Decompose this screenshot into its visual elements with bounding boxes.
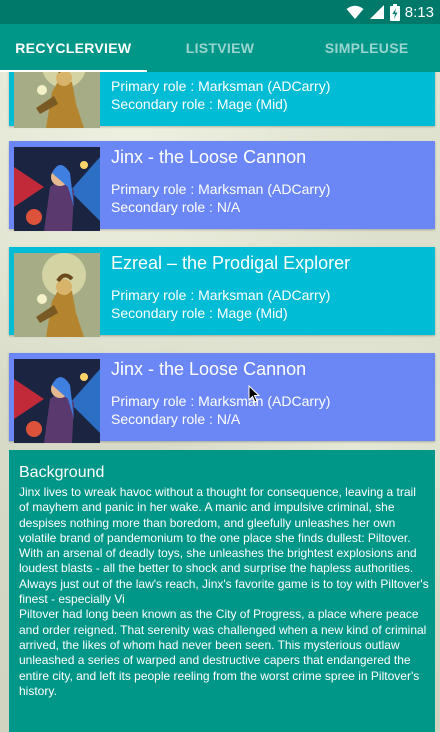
status-time: 8:13 bbox=[404, 3, 434, 21]
card-title: Jinx - the Loose Cannon bbox=[111, 147, 307, 167]
battery-icon bbox=[389, 3, 400, 21]
card-title: Jinx - the Loose Cannon bbox=[111, 359, 307, 379]
tab-listview[interactable]: LISTVIEW bbox=[147, 24, 294, 72]
background-text: Jinx lives to wreak havoc without a thou… bbox=[19, 485, 429, 698]
jinx-portrait bbox=[14, 359, 100, 443]
tab-simpleuse[interactable]: SIMPLEUSE bbox=[293, 24, 440, 72]
card-secondary-role: Secondary role : N/A bbox=[111, 199, 241, 215]
wifi-icon bbox=[346, 5, 364, 19]
ezreal-portrait bbox=[14, 253, 100, 337]
champion-card[interactable]: Primary role : Marksman (ADCarry) Second… bbox=[9, 72, 435, 128]
background-panel: Background Jinx lives to wreak havoc wit… bbox=[9, 450, 435, 732]
signal-icon bbox=[369, 5, 384, 19]
card-primary-role: Primary role : Marksman (ADCarry) bbox=[111, 78, 331, 94]
tab-recyclerview[interactable]: RECYCLERVIEW bbox=[0, 24, 147, 72]
card-primary-role: Primary role : Marksman (ADCarry) bbox=[111, 393, 331, 409]
card-secondary-role: Secondary role : Mage (Mid) bbox=[111, 305, 288, 321]
mouse-cursor-icon bbox=[248, 385, 260, 403]
card-title: Ezreal – the Prodigal Explorer bbox=[111, 253, 351, 273]
card-secondary-role: Secondary role : N/A bbox=[111, 411, 241, 427]
champion-card[interactable]: Jinx - the Loose Cannon Primary role : M… bbox=[9, 353, 435, 443]
status-bar: 8:13 bbox=[0, 0, 440, 24]
card-primary-role: Primary role : Marksman (ADCarry) bbox=[111, 181, 331, 197]
card-secondary-role: Secondary role : Mage (Mid) bbox=[111, 96, 288, 112]
champion-list[interactable]: Primary role : Marksman (ADCarry) Second… bbox=[0, 72, 440, 732]
champion-card[interactable]: Ezreal – the Prodigal Explorer Primary r… bbox=[9, 247, 435, 337]
champion-card[interactable]: Jinx - the Loose Cannon Primary role : M… bbox=[9, 141, 435, 231]
card-primary-role: Primary role : Marksman (ADCarry) bbox=[111, 287, 331, 303]
background-heading: Background bbox=[19, 464, 105, 481]
ezreal-portrait bbox=[14, 72, 100, 128]
jinx-portrait bbox=[14, 147, 100, 231]
tab-bar: RECYCLERVIEW LISTVIEW SIMPLEUSE bbox=[0, 24, 440, 72]
